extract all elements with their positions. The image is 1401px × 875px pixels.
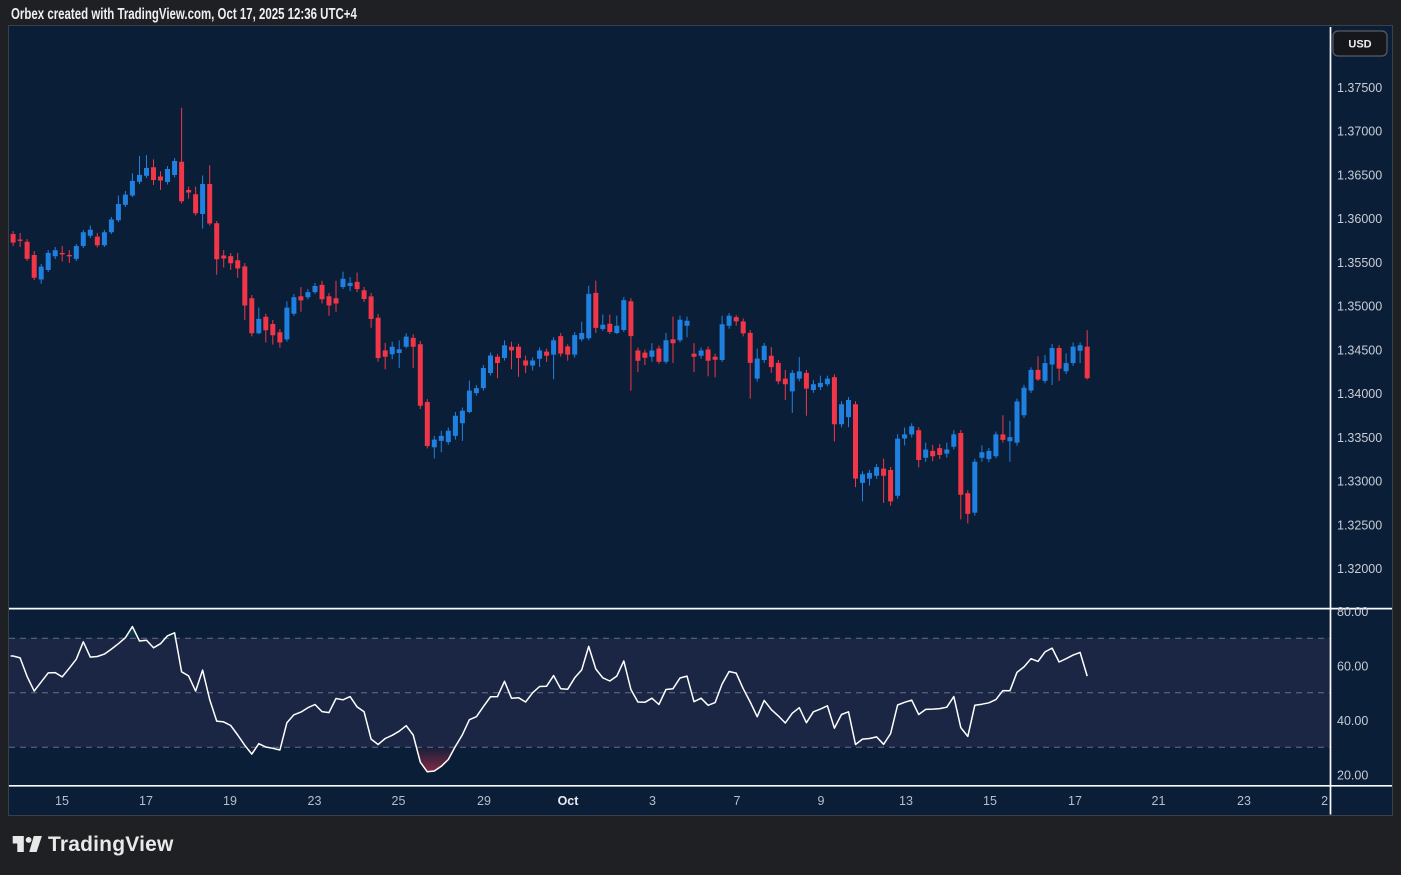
svg-text:1.33500: 1.33500 (1337, 431, 1382, 445)
svg-text:19: 19 (223, 794, 237, 808)
svg-text:17: 17 (1068, 794, 1082, 808)
svg-text:40.00: 40.00 (1337, 714, 1368, 728)
svg-text:2: 2 (1321, 794, 1328, 808)
svg-text:3: 3 (649, 794, 656, 808)
svg-text:7: 7 (734, 794, 741, 808)
svg-text:60.00: 60.00 (1337, 660, 1368, 674)
svg-text:1.37500: 1.37500 (1337, 81, 1382, 95)
svg-text:1.36500: 1.36500 (1337, 169, 1382, 183)
svg-text:20.00: 20.00 (1337, 769, 1368, 783)
svg-text:17: 17 (139, 794, 153, 808)
svg-text:1.36000: 1.36000 (1337, 212, 1382, 226)
svg-text:USD: USD (1348, 39, 1371, 51)
svg-text:21: 21 (1152, 794, 1166, 808)
svg-text:23: 23 (308, 794, 322, 808)
svg-text:Oct: Oct (558, 794, 580, 808)
svg-text:1.32500: 1.32500 (1337, 518, 1382, 532)
svg-text:1.35000: 1.35000 (1337, 300, 1382, 314)
svg-text:1.33000: 1.33000 (1337, 475, 1382, 489)
svg-text:1.35500: 1.35500 (1337, 256, 1382, 270)
svg-text:9: 9 (818, 794, 825, 808)
svg-text:1.34500: 1.34500 (1337, 343, 1382, 357)
svg-text:15: 15 (55, 794, 69, 808)
svg-text:13: 13 (899, 794, 913, 808)
svg-text:23: 23 (1237, 794, 1251, 808)
svg-text:25: 25 (392, 794, 406, 808)
svg-text:29: 29 (477, 794, 491, 808)
svg-text:15: 15 (983, 794, 997, 808)
svg-text:80.00: 80.00 (1337, 605, 1368, 619)
svg-text:1.37000: 1.37000 (1337, 125, 1382, 139)
svg-text:1.34000: 1.34000 (1337, 387, 1382, 401)
svg-text:1.32000: 1.32000 (1337, 562, 1382, 576)
